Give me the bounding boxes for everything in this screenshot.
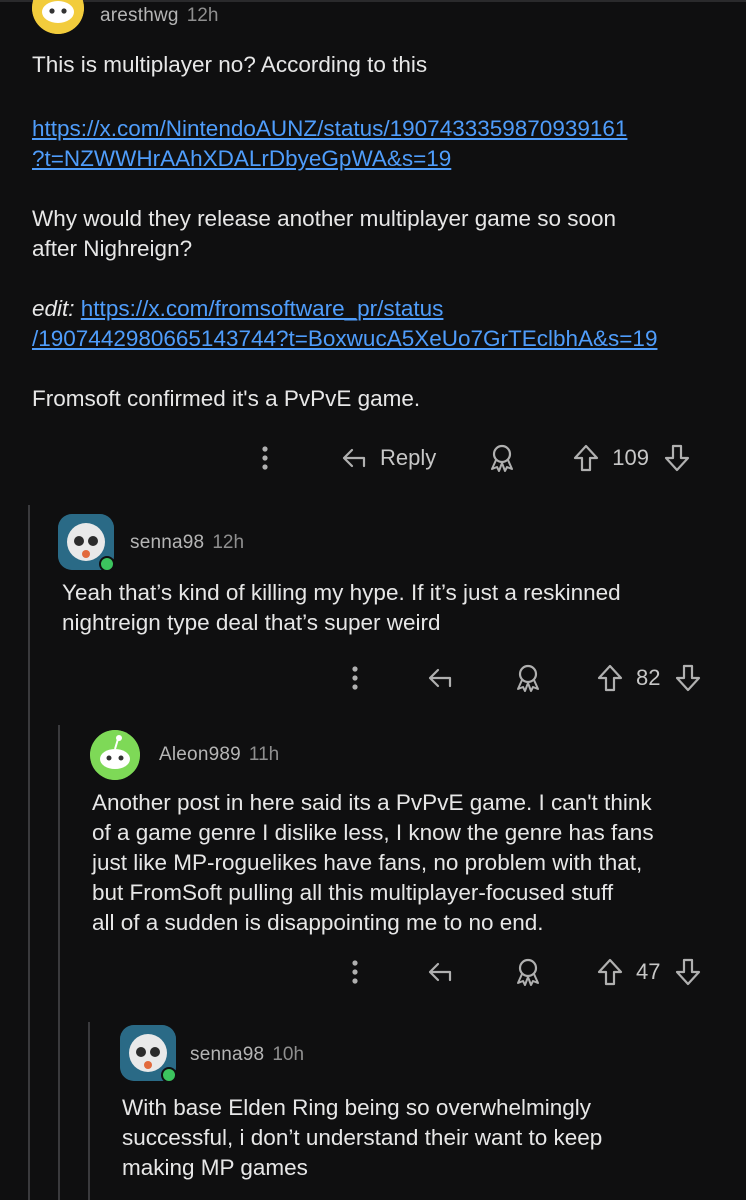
text-line: nightreign type deal that’s super weird <box>62 610 441 635</box>
comment-body: Another post in here said its a PvPvE ga… <box>92 788 742 938</box>
upvote-button[interactable] <box>572 443 600 473</box>
text-line: successful, i don’t understand their wan… <box>122 1125 603 1150</box>
upvote-icon <box>597 958 623 986</box>
link-nintendo-tweet[interactable]: https://x.com/NintendoAUNZ/status/190743… <box>32 116 627 141</box>
avatar[interactable] <box>32 0 84 34</box>
link-fromsoftware-tweet-continued[interactable]: /1907442980665143744?t=BoxwucA5XeUo7GrTE… <box>32 326 657 351</box>
comment-actions: 47 <box>340 952 702 992</box>
upvote-icon <box>574 444 599 472</box>
reply-label: Reply <box>380 445 437 470</box>
thread-line-level-1[interactable] <box>28 505 30 1200</box>
edit-label: edit: <box>32 296 75 321</box>
text-line: all of a sudden is disappointing me to n… <box>92 910 544 935</box>
text-line: With base Elden Ring being so overwhelmi… <box>122 1095 591 1120</box>
vote-score: 82 <box>636 665 661 690</box>
award-button[interactable] <box>514 663 542 693</box>
vote-score: 47 <box>636 959 661 984</box>
paragraph: Fromsoft confirmed it's a PvPvE game. <box>32 386 421 411</box>
more-vertical-icon <box>352 666 358 690</box>
award-button[interactable] <box>514 957 542 987</box>
reply-arrow-icon <box>342 448 366 468</box>
more-options-button[interactable] <box>250 445 280 471</box>
link-nintendo-tweet-continued[interactable]: ?t=NZWWHrAAhXDALrDbyeGpWA&s=19 <box>32 146 451 171</box>
comment-actions: 82 <box>340 658 702 698</box>
award-button[interactable] <box>488 443 516 473</box>
online-status-dot <box>161 1067 177 1083</box>
more-vertical-icon <box>352 960 358 984</box>
text-line: making MP games <box>122 1155 308 1180</box>
comment-body: Yeah that’s kind of killing my hype. If … <box>62 578 742 638</box>
timestamp: 12h <box>186 5 219 26</box>
username[interactable]: senna98 <box>190 1044 264 1065</box>
text-line: Another post in here said its a PvPvE ga… <box>92 790 652 815</box>
paragraph: after Nighreign? <box>32 236 193 261</box>
snoo-avatar-icon <box>32 0 84 34</box>
username[interactable]: Aleon989 <box>159 744 241 765</box>
text-line: Yeah that’s kind of killing my hype. If … <box>62 580 621 605</box>
upvote-button[interactable] <box>596 663 624 693</box>
text-line: of a game genre I dislike less, I know t… <box>92 820 654 845</box>
thread-line-level-2[interactable] <box>58 725 60 1200</box>
avatar[interactable] <box>90 730 140 780</box>
reply-button[interactable] <box>426 666 456 690</box>
more-vertical-icon <box>262 446 268 470</box>
reply-button[interactable]: Reply <box>340 445 436 471</box>
comment-header: aresthwg 12h <box>100 5 218 27</box>
downvote-icon <box>664 444 690 472</box>
text-line: but FromSoft pulling all this multiplaye… <box>92 880 614 905</box>
paragraph: Why would they release another multiplay… <box>32 206 617 231</box>
vote-score: 109 <box>612 445 649 470</box>
downvote-button[interactable] <box>674 957 702 987</box>
award-icon <box>517 664 539 692</box>
paragraph: This is multiplayer no? According to thi… <box>32 52 428 77</box>
thread-line-level-3[interactable] <box>88 1022 90 1200</box>
username[interactable]: aresthwg <box>100 5 179 26</box>
downvote-button[interactable] <box>663 443 691 473</box>
downvote-icon <box>676 958 701 986</box>
comment-header: senna98 10h <box>190 1044 304 1066</box>
more-options-button[interactable] <box>340 959 370 985</box>
comment-body: With base Elden Ring being so overwhelmi… <box>122 1093 732 1183</box>
timestamp: 11h <box>248 744 280 765</box>
comment-actions: Reply 109 <box>250 438 691 478</box>
reply-button[interactable] <box>426 960 456 984</box>
upvote-button[interactable] <box>596 957 624 987</box>
downvote-button[interactable] <box>674 663 702 693</box>
timestamp: 12h <box>212 532 245 553</box>
username[interactable]: senna98 <box>130 532 204 553</box>
snoo-avatar-icon <box>90 730 140 780</box>
reply-arrow-icon <box>428 668 452 688</box>
more-options-button[interactable] <box>340 665 370 691</box>
award-icon <box>491 444 514 472</box>
timestamp: 10h <box>272 1044 305 1065</box>
online-status-dot <box>99 556 115 572</box>
award-icon <box>517 958 539 986</box>
comment-body: This is multiplayer no? According to thi… <box>32 50 732 414</box>
comment-header: Aleon989 11h <box>159 744 279 766</box>
reply-arrow-icon <box>428 962 452 982</box>
downvote-icon <box>676 664 701 692</box>
text-line: just like MP-roguelikes have fans, no pr… <box>92 850 643 875</box>
upvote-icon <box>597 664 623 692</box>
comment-header: senna98 12h <box>130 532 244 554</box>
link-fromsoftware-tweet[interactable]: https://x.com/fromsoftware_pr/status <box>81 296 444 321</box>
